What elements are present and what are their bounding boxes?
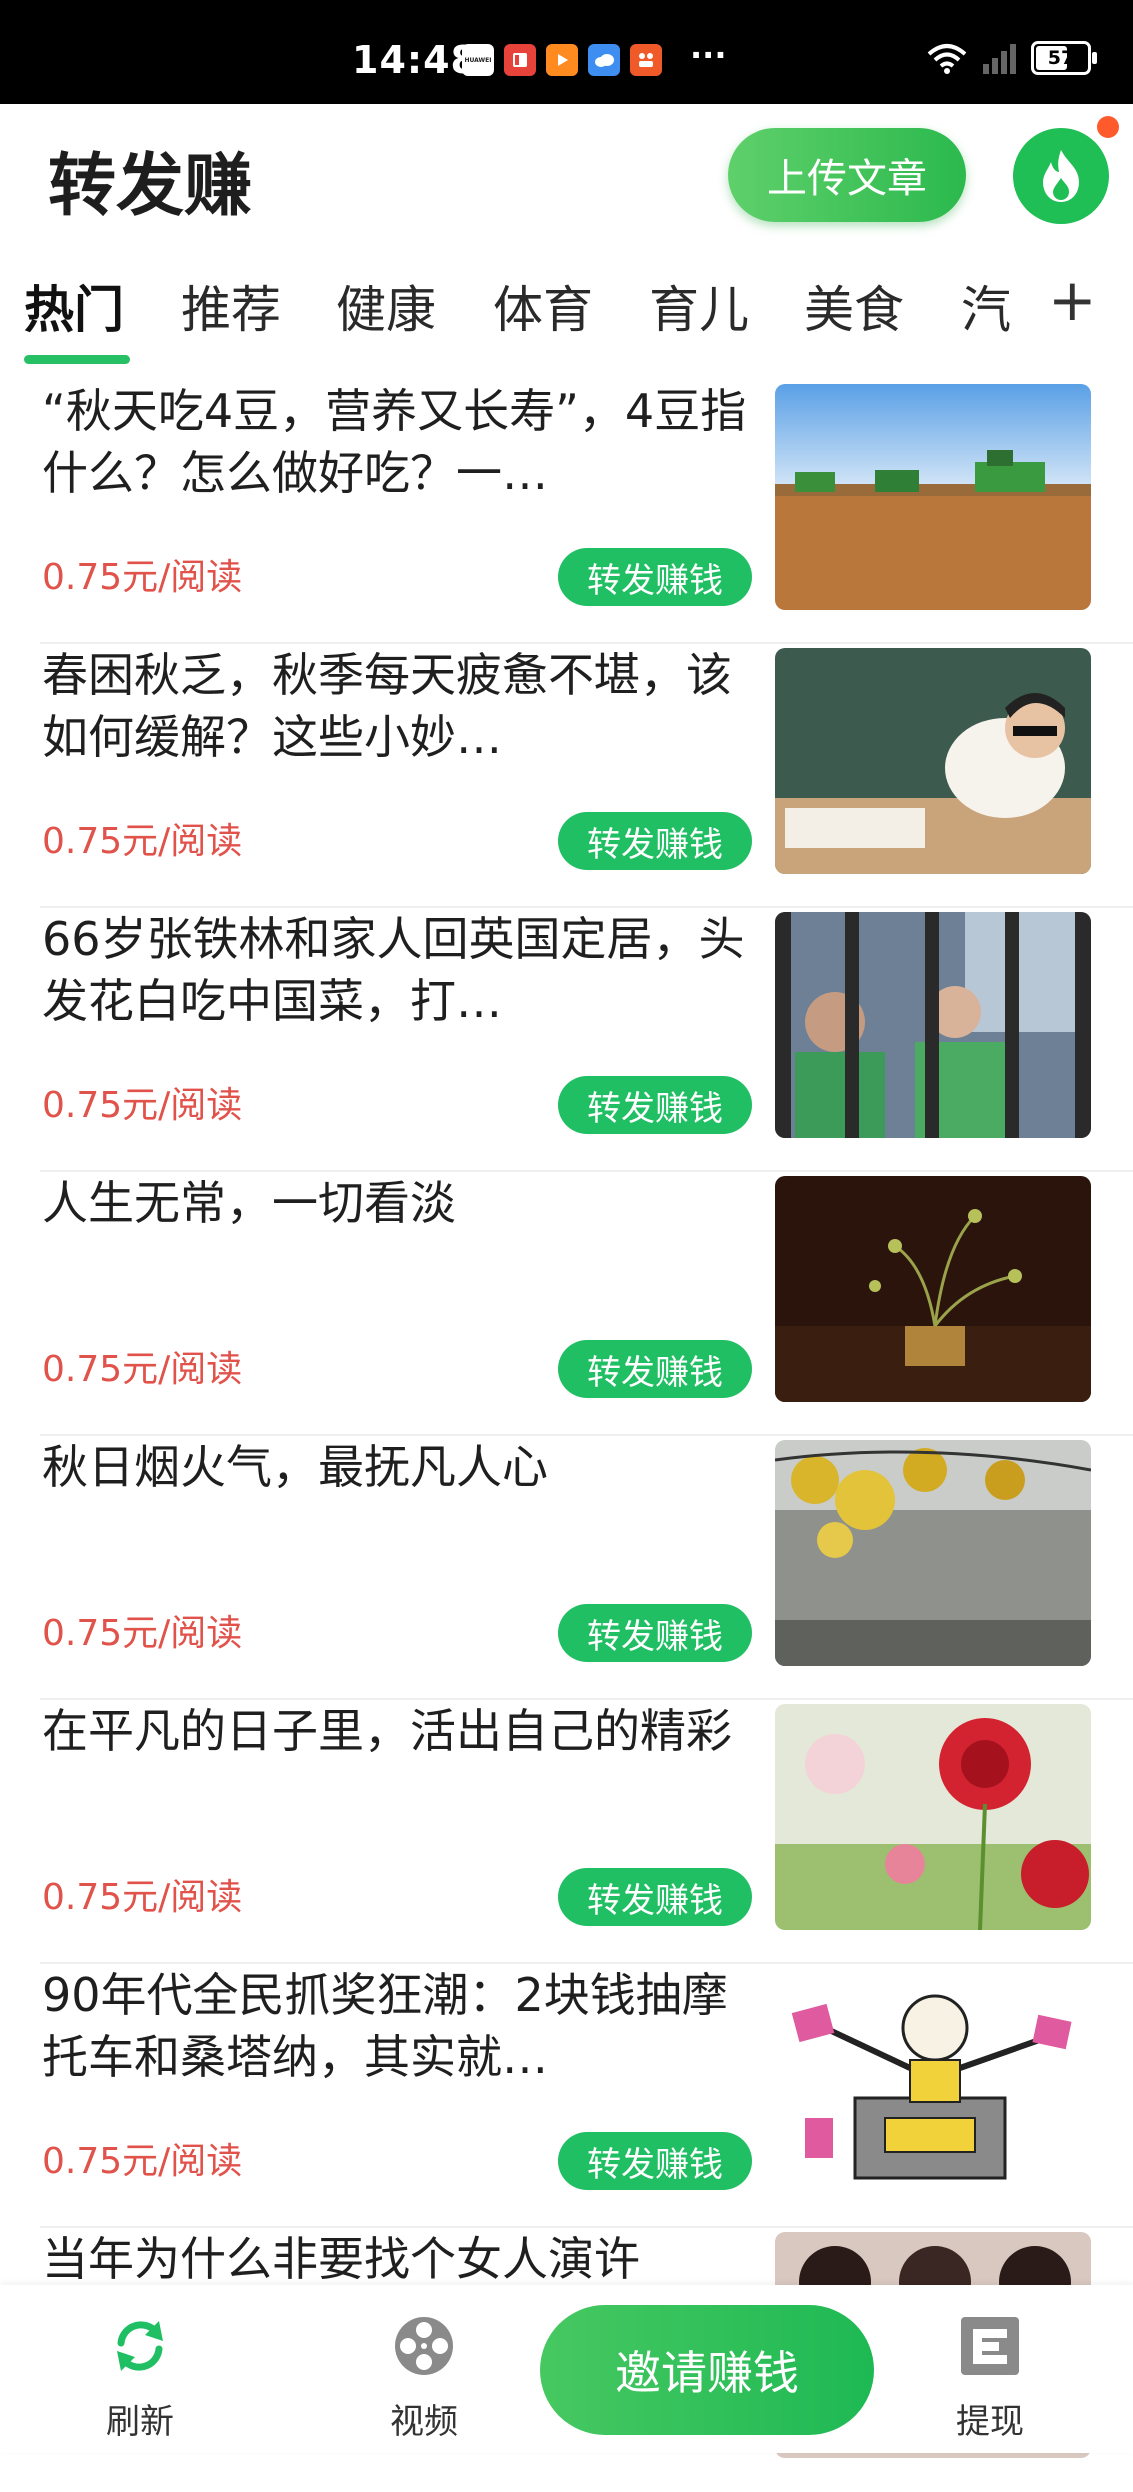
notification-dot (1097, 116, 1119, 138)
article-thumbnail[interactable] (775, 1176, 1091, 1402)
share-earn-button[interactable]: 转发赚钱 (558, 1868, 752, 1926)
battery-level: 57 (1047, 47, 1075, 69)
tab-recommend[interactable]: 推荐 (181, 270, 281, 342)
category-tabs: 热门 推荐 健康 体育 育儿 美食 汽 (0, 270, 1133, 370)
article-price: 0.75元/阅读 (42, 1613, 243, 1654)
add-tab-button[interactable]: + (1048, 266, 1097, 334)
share-earn-button[interactable]: 转发赚钱 (558, 1076, 752, 1134)
grid-app-icon (630, 44, 662, 76)
nav-video[interactable]: 视频 (354, 2315, 494, 2443)
bottom-nav: 刷新 视频 邀请赚钱 提现 (0, 2285, 1133, 2453)
tab-sports[interactable]: 体育 (493, 270, 593, 342)
article-price: 0.75元/阅读 (42, 1877, 243, 1918)
article-price: 0.75元/阅读 (42, 1349, 243, 1390)
article-thumbnail[interactable] (775, 1440, 1091, 1666)
article-price: 0.75元/阅读 (42, 557, 243, 598)
upload-article-button[interactable]: 上传文章 (728, 128, 966, 222)
status-app-icons: HUAWEI (462, 44, 662, 76)
article-title[interactable]: “秋天吃4豆，营养又长寿”，4豆指什么？怎么做好吃？一… (42, 380, 762, 504)
share-earn-button[interactable]: 转发赚钱 (558, 548, 752, 606)
article-title[interactable]: 90年代全民抓奖狂潮：2块钱抽摩托车和桑塔纳，其实就… (42, 1964, 762, 2088)
film-reel-icon (395, 2317, 453, 2375)
tab-parenting[interactable]: 育儿 (649, 270, 749, 342)
active-tab-indicator (24, 355, 130, 364)
share-earn-button[interactable]: 转发赚钱 (558, 1604, 752, 1662)
more-notifications-icon: ··· (690, 36, 727, 74)
article-card[interactable]: 66岁张铁林和家人回英国定居，头发花白吃中国菜，打… 0.75元/阅读 转发赚钱 (0, 908, 1133, 1172)
article-thumbnail[interactable] (775, 912, 1091, 1138)
huawei-icon: HUAWEI (462, 44, 494, 76)
article-title[interactable]: 当年为什么非要找个女人演许 (42, 2228, 762, 2290)
article-price: 0.75元/阅读 (42, 1085, 243, 1126)
article-card[interactable]: 人生无常，一切看淡 0.75元/阅读 转发赚钱 (0, 1172, 1133, 1436)
share-earn-button[interactable]: 转发赚钱 (558, 1340, 752, 1398)
article-price: 0.75元/阅读 (42, 2141, 243, 2182)
article-card[interactable]: 在平凡的日子里，活出自己的精彩 0.75元/阅读 转发赚钱 (0, 1700, 1133, 1964)
hot-button[interactable] (1013, 128, 1109, 224)
status-right: 57 (925, 40, 1097, 76)
article-title[interactable]: 秋日烟火气，最抚凡人心 (42, 1436, 762, 1498)
play-icon (546, 44, 578, 76)
nav-withdraw[interactable]: 提现 (920, 2315, 1060, 2443)
invite-earn-button[interactable]: 邀请赚钱 (540, 2305, 874, 2435)
article-thumbnail[interactable] (775, 648, 1091, 874)
article-thumbnail[interactable] (775, 1968, 1091, 2194)
signal-icon (983, 44, 1016, 74)
red-book-icon (504, 44, 536, 76)
article-title[interactable]: 人生无常，一切看淡 (42, 1172, 762, 1234)
tab-health[interactable]: 健康 (336, 270, 436, 342)
article-card[interactable]: 春困秋乏，秋季每天疲惫不堪，该如何缓解？这些小妙… 0.75元/阅读 转发赚钱 (0, 644, 1133, 908)
app-title: 转发赚 (48, 147, 253, 226)
article-thumbnail[interactable] (775, 1704, 1091, 1930)
nav-refresh-label: 刷新 (106, 2402, 174, 2442)
withdraw-icon (961, 2317, 1019, 2375)
nav-refresh[interactable]: 刷新 (70, 2315, 210, 2443)
article-card[interactable]: “秋天吃4豆，营养又长寿”，4豆指什么？怎么做好吃？一… 0.75元/阅读 转发… (0, 380, 1133, 644)
tab-hot[interactable]: 热门 (24, 270, 124, 342)
share-earn-button[interactable]: 转发赚钱 (558, 2132, 752, 2190)
share-earn-button[interactable]: 转发赚钱 (558, 812, 752, 870)
cloud-icon (588, 44, 620, 76)
battery-icon: 57 (1031, 41, 1097, 75)
article-title[interactable]: 66岁张铁林和家人回英国定居，头发花白吃中国菜，打… (42, 908, 762, 1032)
article-thumbnail[interactable] (775, 384, 1091, 610)
status-time: 14:48 (352, 38, 478, 82)
tab-auto[interactable]: 汽 (961, 270, 1011, 342)
article-title[interactable]: 在平凡的日子里，活出自己的精彩 (42, 1700, 762, 1762)
article-card[interactable]: 秋日烟火气，最抚凡人心 0.75元/阅读 转发赚钱 (0, 1436, 1133, 1700)
wifi-icon (927, 44, 967, 74)
article-price: 0.75元/阅读 (42, 821, 243, 862)
article-card[interactable]: 90年代全民抓奖狂潮：2块钱抽摩托车和桑塔纳，其实就… 0.75元/阅读 转发赚… (0, 1964, 1133, 2228)
article-title[interactable]: 春困秋乏，秋季每天疲惫不堪，该如何缓解？这些小妙… (42, 644, 762, 768)
refresh-icon (117, 2321, 163, 2371)
nav-video-label: 视频 (390, 2402, 458, 2442)
tab-food[interactable]: 美食 (804, 270, 904, 342)
flame-icon (1043, 150, 1079, 202)
status-bar: 14:48 HUAWEI ··· 57 (0, 0, 1133, 104)
nav-withdraw-label: 提现 (956, 2402, 1024, 2442)
